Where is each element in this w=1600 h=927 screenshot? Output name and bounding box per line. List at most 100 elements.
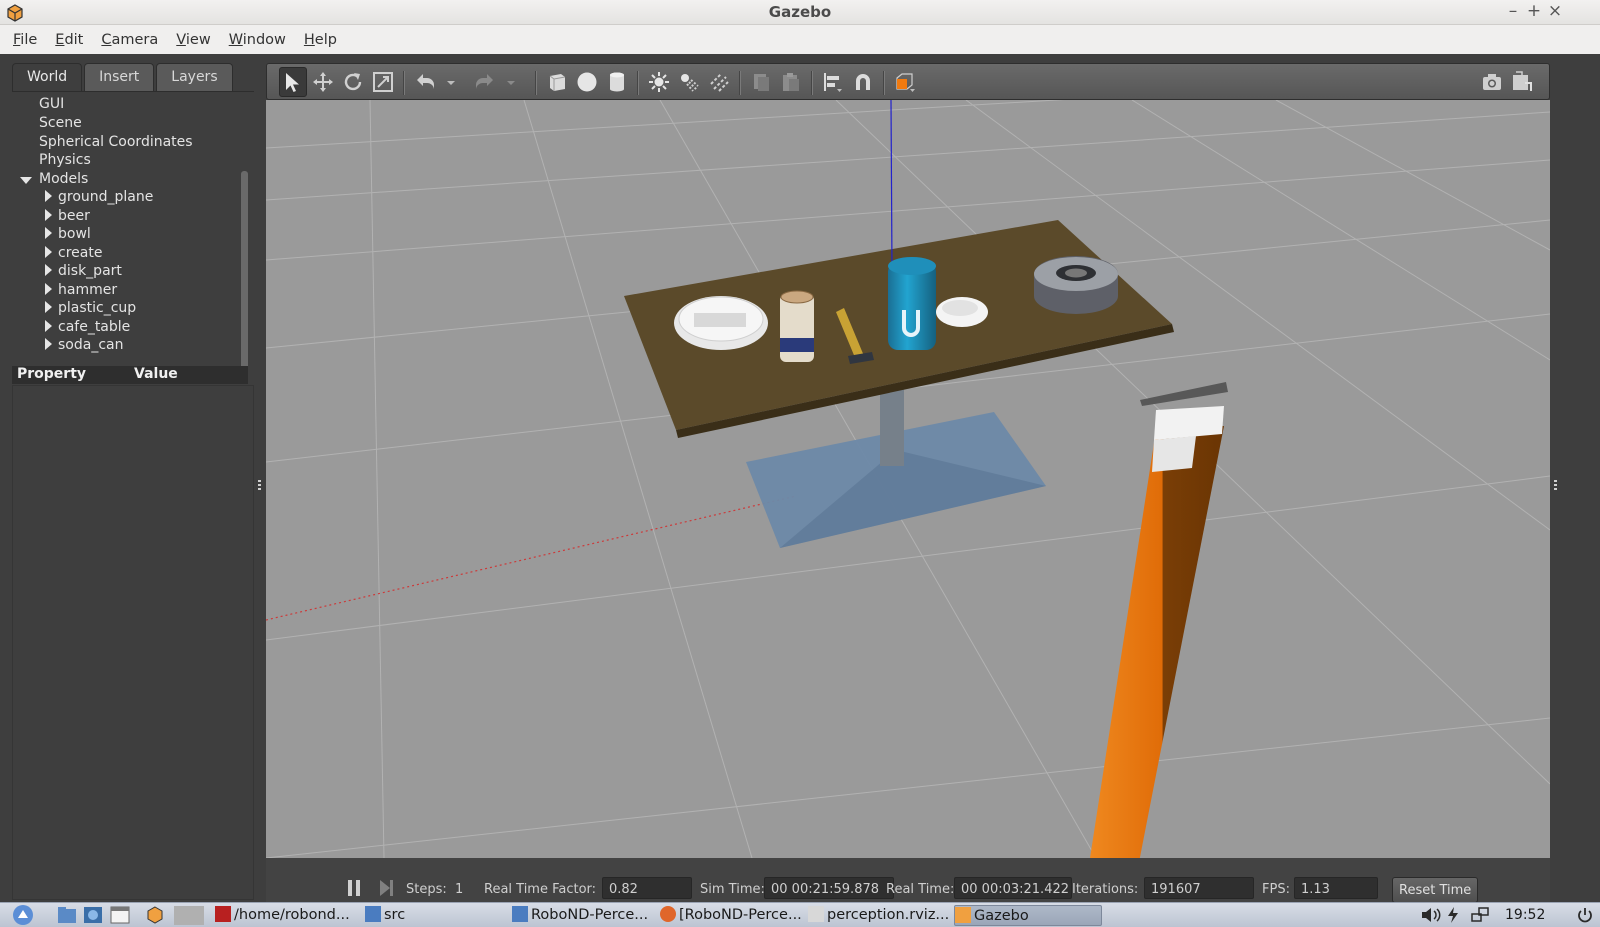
align-icon[interactable] [821,70,845,94]
shutdown-icon[interactable] [1576,906,1594,924]
tree-model-create[interactable]: create [58,245,102,264]
menu-help[interactable]: Help [295,32,346,48]
volume-icon[interactable] [1420,907,1442,923]
iterations-field: 191607 [1144,877,1254,899]
power-charge-icon[interactable] [1446,906,1460,924]
title-bar: Gazebo – + × [0,0,1600,25]
right-splitter-handle[interactable] [1554,480,1558,490]
sim-time-field: 00 00:21:59.878 [764,877,894,899]
pause-icon[interactable] [346,878,362,896]
menu-file[interactable]: File [4,32,46,48]
menu-window[interactable]: Window [220,32,295,48]
property-table-header: Property Value [12,366,248,384]
task-src-folder[interactable]: src [365,905,405,926]
terminal-icon[interactable] [110,906,130,924]
task-firefox[interactable]: [RoboND-Perce... [660,905,802,926]
gazebo-window: Gazebo – + × File Edit Camera View Windo… [0,0,1600,927]
expand-arrow-icon[interactable] [45,320,52,332]
step-icon[interactable] [378,878,394,896]
select-arrow-icon[interactable] [281,70,305,94]
scale-icon[interactable] [371,70,395,94]
tree-model-disk-part[interactable]: disk_part [58,263,122,282]
tree-item-spherical-coordinates[interactable]: Spherical Coordinates [39,134,193,153]
file-manager-icon[interactable] [57,906,77,924]
screenshot-icon[interactable] [1480,70,1504,94]
clock[interactable]: 19:52 [1505,905,1545,926]
browser-icon[interactable] [83,906,103,924]
tree-model-cafe-table[interactable]: cafe_table [58,319,130,338]
expand-arrow-icon[interactable] [45,246,52,258]
x-axis-line [266,495,797,621]
redo-icon[interactable] [473,70,497,94]
spot-light-icon[interactable] [677,70,701,94]
menu-edit[interactable]: Edit [46,32,92,48]
tree-model-hammer[interactable]: hammer [58,282,117,301]
toolbar-separator [883,71,884,95]
cylinder-shape-icon[interactable] [605,70,629,94]
redo-dropdown-icon[interactable] [505,70,517,94]
gazebo-task-icon [955,907,971,923]
point-light-icon[interactable] [647,70,671,94]
translate-icon[interactable] [311,70,335,94]
copy-icon[interactable] [749,70,773,94]
undo-icon[interactable] [413,70,437,94]
network-icon[interactable] [1470,906,1490,924]
menu-view[interactable]: View [167,32,219,48]
task-terminal-label: /home/robond... [234,907,350,923]
expand-arrow-icon[interactable] [45,209,52,221]
expand-arrow-icon[interactable] [45,338,52,350]
tree-model-plastic-cup[interactable]: plastic_cup [58,300,136,319]
reset-time-button[interactable]: Reset Time [1392,877,1479,902]
steps-value[interactable]: 1 [455,882,463,897]
tree-model-beer[interactable]: beer [58,208,90,227]
tab-world[interactable]: World [12,63,83,91]
tree-item-gui[interactable]: GUI [39,96,64,115]
expand-arrow-icon[interactable] [45,264,52,276]
rotate-icon[interactable] [341,70,365,94]
start-menu-icon[interactable] [8,904,38,926]
tab-insert[interactable]: Insert [84,63,155,91]
desktop-pager[interactable] [174,906,204,925]
expand-arrow-icon[interactable] [45,227,52,239]
task-robond-folder[interactable]: RoboND-Perce... [512,905,648,926]
minimize-button[interactable]: – [1503,1,1523,21]
tree-scrollbar[interactable] [241,171,248,371]
sphere-shape-icon[interactable] [575,70,599,94]
task-src-label: src [384,907,406,923]
undo-dropdown-icon[interactable] [445,70,457,94]
task-rviz-label: perception.rviz... [827,907,950,923]
task-terminal[interactable]: /home/robond... [215,905,350,926]
snap-icon[interactable] [851,70,875,94]
collapse-arrow-icon[interactable] [20,177,32,184]
3d-viewport[interactable] [266,100,1550,858]
expand-arrow-icon[interactable] [45,283,52,295]
log-icon[interactable] [1510,70,1534,94]
tree-model-soda-can[interactable]: soda_can [58,337,123,356]
box-shape-icon[interactable] [545,70,569,94]
tree-model-ground-plane[interactable]: ground_plane [58,189,153,208]
paste-icon[interactable] [779,70,803,94]
tab-layers[interactable]: Layers [156,63,233,91]
tree-model-bowl[interactable]: bowl [58,226,91,245]
tree-item-scene[interactable]: Scene [39,115,82,134]
task-rviz[interactable]: perception.rviz... [808,905,949,926]
tree-item-physics[interactable]: Physics [39,152,91,171]
maximize-button[interactable]: + [1524,1,1544,21]
menu-camera[interactable]: Camera [92,32,167,48]
panel-tabs: World Insert Layers [12,63,235,91]
robot-arm-link [1090,426,1224,858]
main-area: Steps: 1 Real Time Factor: 0.82 Sim Time… [262,54,1600,902]
toolbar-separator [535,71,536,95]
directional-light-icon[interactable] [707,70,731,94]
task-gazebo[interactable]: Gazebo [954,905,1102,926]
taskbar: /home/robond... src RoboND-Perce... [Rob… [0,902,1600,927]
view-angle-icon[interactable] [893,70,917,94]
expand-arrow-icon[interactable] [45,190,52,202]
iterations-label: Iterations: [1072,882,1139,897]
terminal-task-icon [215,906,231,922]
close-button[interactable]: × [1545,1,1565,21]
gazebo-launcher-icon[interactable] [146,906,164,924]
status-bar: Steps: 1 Real Time Factor: 0.82 Sim Time… [266,858,1550,902]
expand-arrow-icon[interactable] [45,301,52,313]
tree-item-models[interactable]: Models [39,171,88,190]
